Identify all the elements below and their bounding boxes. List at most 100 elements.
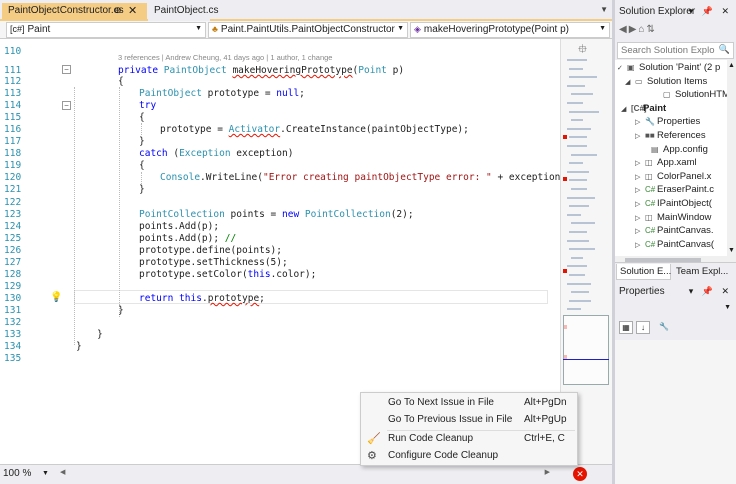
code-line: prototype = Activator.CreateInstance(pai… (160, 124, 469, 135)
scroll-down-icon[interactable]: ▼ (728, 247, 735, 254)
tree-item[interactable]: ▷ C# EraserPaint.c (635, 184, 714, 198)
chevron-down-icon: ▼ (397, 25, 404, 32)
code-line: Console.WriteLine("Error creating paintO… (160, 172, 584, 183)
zoom-level[interactable]: 100 % (3, 468, 31, 479)
solution-search-input[interactable]: Search Solution Explo 🔍 (617, 42, 734, 59)
expand-icon[interactable]: ▷ (635, 186, 645, 194)
tree-item[interactable]: ▢ SolutionHTM (653, 89, 727, 103)
chevron-down-icon: ▼ (724, 304, 731, 311)
gear-icon: ⚙ (367, 450, 377, 462)
tree-item[interactable]: ◢ [C#]Paint (621, 103, 666, 117)
tree-item[interactable]: ▷ C# PaintCanvas. (635, 225, 714, 239)
property-pages-icon[interactable]: 🔧 (657, 321, 671, 334)
tree-item[interactable]: ▷ C# IPaintObject( (635, 198, 712, 212)
menu-item-previous-issue[interactable]: Go To Previous Issue in File Alt+PgUp (361, 412, 577, 429)
menu-item-configure-code-cleanup[interactable]: ⚙ Configure Code Cleanup (361, 448, 577, 465)
tree-item-label: References (657, 130, 706, 141)
window-controls[interactable]: ▾ 📌 ✕ (689, 286, 732, 297)
tree-item[interactable]: ▷ ◫ App.xaml (635, 157, 697, 171)
collapse-icon[interactable]: − (62, 65, 71, 74)
error-indicator-icon[interactable]: ✕ (573, 467, 587, 481)
expand-icon[interactable]: ▷ (635, 241, 645, 249)
line-number: 117 (4, 136, 22, 147)
tab-team-explorer[interactable]: Team Expl... (673, 264, 733, 280)
code-line: prototype.setColor(this.color); (139, 269, 317, 280)
tree-item[interactable]: ▤ App.config (641, 144, 708, 158)
minimap-line (567, 282, 591, 285)
minimap-line (569, 299, 591, 302)
scroll-right-icon[interactable]: ▶ (545, 468, 550, 476)
minimap-line (571, 119, 583, 122)
scroll-left-icon[interactable]: ◀ (60, 468, 65, 476)
project-dropdown-value: Paint (27, 24, 51, 35)
class-dropdown[interactable]: ♣ Paint.PaintUtils.PaintObjectConstructor… (208, 22, 408, 38)
error-marker[interactable] (563, 269, 567, 273)
member-dropdown-value: makeHoveringPrototype(Point p) (423, 24, 569, 35)
line-number: 124 (4, 221, 22, 232)
back-icon[interactable]: ◀ (619, 24, 629, 35)
tree-item-label: ColorPanel.x (657, 170, 712, 182)
tree-item[interactable]: ▷ ◫ MainWindow (635, 212, 711, 226)
expand-icon[interactable]: ▷ (635, 227, 645, 235)
line-number: 134 (4, 341, 22, 352)
tab-solution-explorer[interactable]: Solution E... (616, 264, 671, 280)
window-controls[interactable]: ▾ 📌 ✕ (689, 6, 732, 17)
split-window-icon[interactable]: ⯐ (578, 40, 587, 61)
alphabetical-icon[interactable]: ↓ (636, 321, 650, 334)
csharp-file-icon: C# (645, 199, 656, 208)
tree-item[interactable]: ✓ ▣ Solution 'Paint' (2 p (617, 62, 720, 76)
line-number: 118 (4, 148, 22, 159)
expand-icon[interactable]: ▷ (635, 132, 645, 140)
forward-icon[interactable]: ▶ (629, 24, 639, 35)
expand-icon[interactable]: ▷ (635, 200, 645, 208)
minimap-caret-marker (563, 359, 609, 360)
error-marker[interactable] (563, 135, 567, 139)
solution-vertical-scrollbar[interactable]: ▲ ▼ (727, 60, 736, 256)
tree-item[interactable]: ◢ ▭ Solution Items (625, 76, 707, 90)
project-dropdown[interactable]: [c#] Paint ▼ (6, 22, 206, 38)
line-number: 128 (4, 269, 22, 280)
expand-icon[interactable]: ▷ (635, 118, 645, 126)
close-icon[interactable]: ✕ (128, 4, 137, 17)
expand-icon[interactable]: ▷ (635, 159, 645, 167)
expand-icon[interactable]: ◢ (625, 78, 635, 86)
tree-item[interactable]: ▷ 🔧 Properties (635, 116, 700, 130)
minimap-viewport[interactable] (563, 315, 609, 385)
collapse-icon[interactable]: − (62, 101, 71, 110)
chevron-down-icon[interactable]: ▼ (42, 470, 49, 477)
error-marker[interactable] (563, 177, 567, 181)
lightbulb-error-icon[interactable]: 💡 (50, 292, 62, 303)
line-number: 112 (4, 76, 22, 87)
minimap-line (567, 170, 589, 173)
tab-overflow-dropdown-icon[interactable]: ▼ (600, 5, 608, 14)
tree-item-label: IPaintObject( (657, 198, 712, 209)
horizontal-scrollbar[interactable]: ◀ ▶ (60, 468, 550, 478)
tab-paintobject[interactable]: PaintObject.cs (148, 3, 218, 21)
expand-icon[interactable]: ▷ (635, 214, 645, 222)
member-dropdown[interactable]: ◈ makeHoveringPrototype(Point p) ▼ (410, 22, 610, 38)
tree-item[interactable]: ▷ ◫ ColorPanel.x (635, 171, 711, 185)
solution-explorer-toolbar: ◀▶⌂⇅ (615, 21, 736, 41)
minimap-line (569, 162, 583, 165)
tab-paintobjectconstructor[interactable]: PaintObjectConstructor.cs ⊕ ✕ (2, 3, 147, 21)
tree-item[interactable]: ▷ ■■ References (635, 130, 706, 144)
categorized-icon[interactable]: ▦ (619, 321, 633, 334)
expand-icon[interactable]: ◢ (621, 105, 631, 113)
search-icon[interactable]: 🔍 (719, 44, 730, 55)
expand-icon[interactable]: ✓ (617, 64, 627, 72)
minimap-line (571, 222, 595, 225)
line-number: 115 (4, 112, 22, 123)
scroll-up-icon[interactable]: ▲ (728, 62, 735, 69)
minimap-line (567, 102, 583, 104)
codelens-info[interactable]: 3 references | Andrew Cheung, 41 days ag… (118, 53, 332, 62)
sync-icon[interactable]: ⇅ (646, 24, 656, 35)
minimap-line (567, 145, 587, 147)
pin-icon[interactable]: ⊕ (114, 5, 122, 16)
minimap-line (571, 93, 593, 96)
menu-item-next-issue[interactable]: Go To Next Issue in File Alt+PgDn (361, 395, 577, 412)
properties-object-dropdown[interactable]: ▼ (615, 301, 736, 317)
tree-item[interactable]: ▷ C# PaintCanvas( (635, 239, 714, 253)
line-number: 113 (4, 88, 22, 99)
menu-item-run-code-cleanup[interactable]: 🧹 Run Code Cleanup Ctrl+E, C (361, 431, 577, 448)
expand-icon[interactable]: ▷ (635, 173, 645, 181)
